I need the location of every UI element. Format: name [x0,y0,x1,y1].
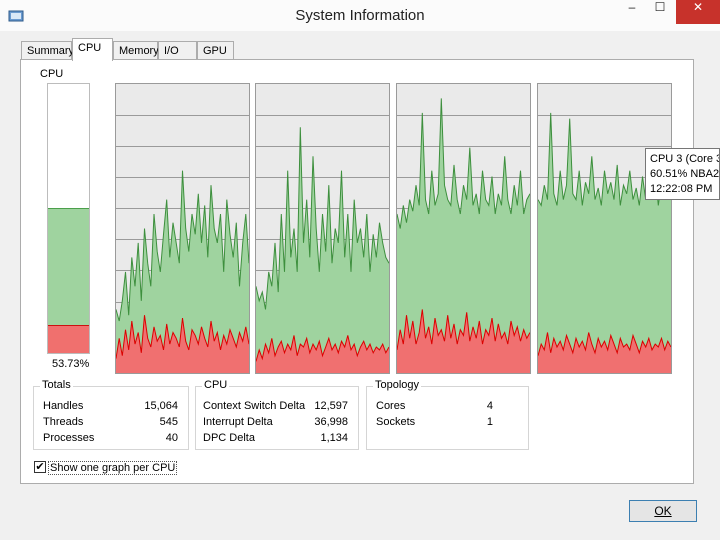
tab-memory[interactable]: Memory [113,41,159,59]
dpc-delta-label: DPC Delta [203,432,255,444]
window-title: System Information [295,7,425,24]
minimize-button[interactable]: – [617,0,647,24]
maximize-button[interactable]: ☐ [645,0,675,24]
context-switch-label: Context Switch Delta [203,400,306,412]
cpu-graph-3 [537,83,672,374]
cpu-graph-2 [396,83,531,374]
totals-processes-label: Processes [43,432,95,444]
cpu-kernel-fill [48,325,89,353]
ok-button[interactable]: OK [629,500,697,522]
interrupt-delta-value: 36,998 [314,416,348,428]
cpu-usage-percent: 53.73% [52,358,90,370]
tab-gpu[interactable]: GPU [197,41,234,59]
one-graph-per-cpu-label[interactable]: Show one graph per CPU [48,461,178,475]
interrupt-delta-label: Interrupt Delta [203,416,273,428]
cpu-graph-1 [255,83,390,374]
ok-button-label: OK [654,504,672,518]
context-switch-value: 12,597 [314,400,348,412]
close-icon: ✕ [692,0,704,14]
tab-cpu[interactable]: CPU [72,38,113,61]
totals-threads-value: 545 [159,416,178,428]
cores-label: Cores [376,400,406,412]
tab-io[interactable]: I/O [158,41,197,59]
cpu-tooltip: CPU 3 (Core 3) 60.51% NBA2K 12:22:08 PM [645,148,720,200]
totals-threads-label: Threads [43,416,84,428]
sockets-value: 1 [486,416,493,428]
tab-summary[interactable]: Summary [21,41,74,59]
tooltip-usage: 60.51% NBA2K [650,168,720,180]
totals-handles-label: Handles [43,400,84,412]
totals-title: Totals [40,379,73,391]
cores-value: 4 [486,400,493,412]
totals-processes-value: 40 [165,432,178,444]
tooltip-cpu-name: CPU 3 (Core 3) [650,153,720,165]
cpu-usage-meter [47,83,90,354]
dpc-delta-value: 1,134 [320,432,348,444]
cpu-graph-0 [115,83,250,374]
close-button[interactable]: ✕ [676,0,720,24]
topology-title: Topology [373,379,422,391]
one-graph-per-cpu-checkbox[interactable]: ✔ [34,461,46,473]
sockets-label: Sockets [376,416,416,428]
tooltip-time: 12:22:08 PM [650,183,713,195]
cpu-stats-title: CPU [202,379,230,391]
title-bar: System Information – ☐ ✕ [0,0,720,31]
cpu-meter-label: CPU [40,68,64,80]
totals-handles-value: 15,064 [144,400,178,412]
